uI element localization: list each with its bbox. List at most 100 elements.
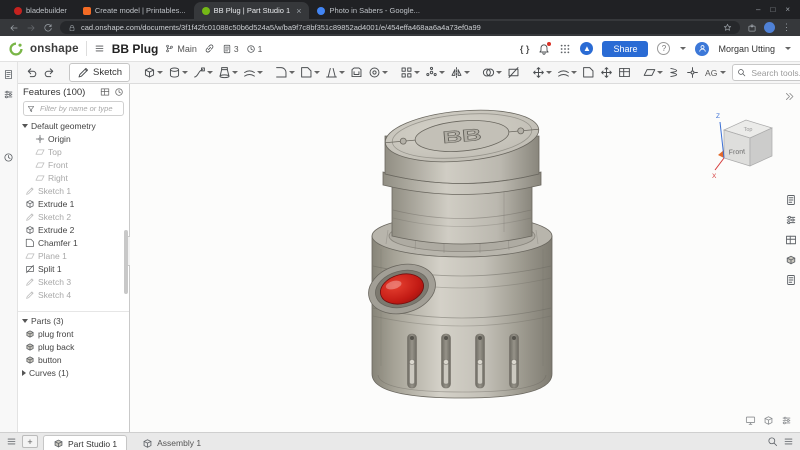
- search-tools-input[interactable]: [749, 66, 800, 79]
- view-cube[interactable]: Top Front Z X: [710, 104, 782, 180]
- apps-grid-icon[interactable]: [559, 43, 571, 55]
- notices-panel-icon[interactable]: [785, 274, 797, 286]
- feature-item-sketch-3[interactable]: Sketch 3: [18, 275, 129, 288]
- transform-button[interactable]: [530, 64, 554, 82]
- tab-part-studio-1[interactable]: Part Studio 1: [43, 435, 128, 450]
- browser-profile-avatar[interactable]: [764, 22, 775, 33]
- redo-button[interactable]: [41, 64, 58, 82]
- shell-button[interactable]: [348, 64, 365, 82]
- part-item-plug-front[interactable]: plug front: [18, 327, 129, 340]
- feature-item-plane-1[interactable]: Plane 1: [18, 249, 129, 262]
- close-window-icon[interactable]: ×: [785, 5, 790, 14]
- display-settings-icon[interactable]: [745, 415, 756, 426]
- graphics-viewport[interactable]: BB Top Front Z X: [130, 84, 800, 432]
- plane-button[interactable]: [641, 64, 665, 82]
- part-item-button[interactable]: button: [18, 353, 129, 366]
- chamfer-button[interactable]: [298, 64, 322, 82]
- feature-filter-box[interactable]: [23, 101, 124, 116]
- feature-item-sketch-2[interactable]: Sketch 2: [18, 210, 129, 223]
- feature-item-sketch-4[interactable]: Sketch 4: [18, 288, 129, 301]
- configurations-panel-icon[interactable]: [785, 214, 797, 226]
- share-link-icon[interactable]: [204, 43, 215, 54]
- share-button[interactable]: Share: [602, 40, 649, 57]
- mirror-button[interactable]: [448, 64, 472, 82]
- notifications-button[interactable]: [538, 41, 552, 55]
- sketch-button[interactable]: Sketch: [69, 63, 131, 82]
- tab-assembly-1[interactable]: Assembly 1: [132, 435, 211, 450]
- caret-down-icon[interactable]: [22, 318, 28, 323]
- search-tools-box[interactable]: alt /: [732, 64, 800, 81]
- feature-item-extrude-1[interactable]: Extrude 1: [18, 197, 129, 210]
- extensions-icon[interactable]: [747, 23, 757, 33]
- tab-manager-icon[interactable]: [6, 436, 17, 447]
- user-avatar[interactable]: [695, 41, 710, 56]
- view-cube-top-label[interactable]: Top: [744, 127, 753, 133]
- feature-item-default-geometry[interactable]: Default geometry: [18, 119, 129, 132]
- draft-button[interactable]: [323, 64, 347, 82]
- history-panel-icon[interactable]: [3, 152, 14, 163]
- browser-menu-icon[interactable]: ⋮: [782, 22, 791, 33]
- search-tabs-icon[interactable]: [767, 436, 778, 447]
- point-button[interactable]: [684, 64, 701, 82]
- document-title[interactable]: BB Plug: [112, 42, 159, 56]
- undo-button[interactable]: [23, 64, 40, 82]
- refresh-icon[interactable]: [43, 23, 53, 33]
- back-icon[interactable]: [9, 23, 19, 33]
- document-menu-icon[interactable]: [94, 43, 105, 54]
- view-cube-front-label[interactable]: Front: [728, 148, 745, 156]
- maximize-icon[interactable]: □: [770, 5, 775, 14]
- collapse-right-panel-icon[interactable]: [784, 91, 795, 102]
- close-tab-icon[interactable]: ×: [296, 6, 301, 16]
- parts-header[interactable]: Parts (3): [18, 314, 129, 327]
- user-menu-caret-icon[interactable]: [785, 47, 791, 50]
- delete-face-button[interactable]: [580, 64, 597, 82]
- history-badge[interactable]: 1: [246, 44, 262, 54]
- add-tab-button[interactable]: +: [22, 435, 38, 448]
- feature-filter-input[interactable]: [38, 103, 120, 114]
- url-text[interactable]: cad.onshape.com/documents/3f1f42fc01088c…: [81, 23, 718, 32]
- browser-tab-bladebuilder[interactable]: bladebuilder: [6, 2, 75, 19]
- learning-center-icon[interactable]: ▲: [580, 42, 594, 55]
- forward-icon[interactable]: [26, 23, 36, 33]
- feature-item-extrude-2[interactable]: Extrude 2: [18, 223, 129, 236]
- loft-button[interactable]: [216, 64, 240, 82]
- move-face-button[interactable]: [598, 64, 615, 82]
- minimize-icon[interactable]: –: [756, 5, 760, 14]
- comments-panel-icon[interactable]: [785, 194, 797, 206]
- help-icon[interactable]: ?: [657, 42, 671, 55]
- feature-item-chamfer-1[interactable]: Chamfer 1: [18, 236, 129, 249]
- feature-item-split-1[interactable]: Split 1: [18, 262, 129, 275]
- extrude-button[interactable]: [141, 64, 165, 82]
- browser-tab-printables[interactable]: Create model | Printables...: [75, 2, 194, 19]
- versions-badge[interactable]: 3: [222, 44, 239, 54]
- tab-list-icon[interactable]: [783, 436, 794, 447]
- feature-item-top-plane[interactable]: Top: [18, 145, 129, 158]
- hole-button[interactable]: [366, 64, 390, 82]
- revolve-button[interactable]: [166, 64, 190, 82]
- help-caret-icon[interactable]: [680, 47, 687, 50]
- bookmark-star-icon[interactable]: [723, 23, 732, 32]
- curves-header[interactable]: Curves (1): [18, 366, 129, 379]
- 3d-model-bb-plug[interactable]: BB: [130, 84, 800, 432]
- browser-tab-google-photos[interactable]: Photo in Sabers - Google...: [309, 2, 427, 19]
- replace-face-button[interactable]: [616, 64, 633, 82]
- offset-surface-button[interactable]: [555, 64, 579, 82]
- workspace-name[interactable]: Main: [165, 44, 197, 54]
- caret-down-icon[interactable]: [22, 123, 28, 128]
- split-button[interactable]: [505, 64, 522, 82]
- feature-item-front-plane[interactable]: Front: [18, 158, 129, 171]
- documents-panel-icon[interactable]: [3, 69, 14, 80]
- render-options-icon[interactable]: [781, 415, 792, 426]
- configurations-panel-icon[interactable]: [3, 89, 14, 100]
- fillet-button[interactable]: [273, 64, 297, 82]
- featurescript-icon[interactable]: { }: [520, 44, 530, 54]
- custom-tables-panel-icon[interactable]: [785, 234, 797, 246]
- variables-panel-icon[interactable]: [785, 254, 797, 266]
- part-item-plug-back[interactable]: plug back: [18, 340, 129, 353]
- feature-list-options-icon[interactable]: [100, 87, 110, 97]
- feature-item-sketch-1[interactable]: Sketch 1: [18, 184, 129, 197]
- rollback-history-icon[interactable]: [114, 87, 124, 97]
- feature-item-origin[interactable]: Origin: [18, 132, 129, 145]
- caret-right-icon[interactable]: [22, 369, 26, 376]
- thicken-button[interactable]: [241, 64, 265, 82]
